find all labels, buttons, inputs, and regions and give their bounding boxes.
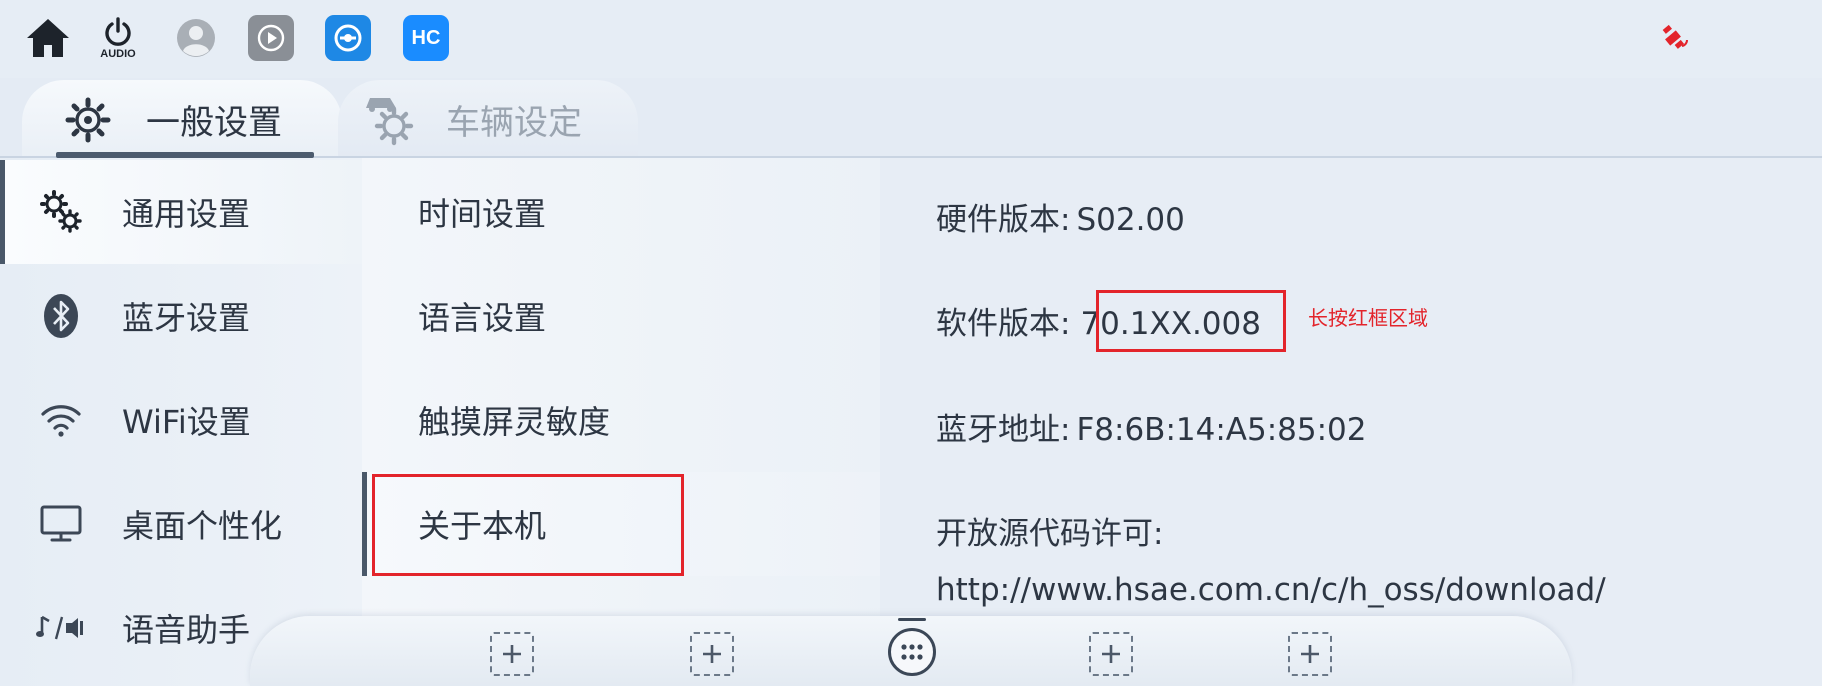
sidebar-item-label: 蓝牙设置 (122, 299, 251, 337)
voice-icon (36, 603, 86, 653)
gears-icon (36, 187, 86, 237)
annotation-hint: 长按红框区域 (1308, 306, 1428, 330)
bluetooth-address-label: 蓝牙地址: (936, 412, 1071, 448)
sidebar: 通用设置 蓝牙设置 WiFi设置 桌面个性化 语音助手 (0, 158, 362, 686)
active-indicator (0, 160, 5, 264)
submenu-item-label: 时间设置 (418, 195, 547, 233)
about-detail-panel: 硬件版本: S02.00 软件版本: 70.1XX.008 蓝牙地址: F8:6B:1… (880, 158, 1822, 686)
tab-label: 一般设置 (146, 102, 282, 143)
submenu-item-time[interactable]: 时间设置 (362, 160, 880, 264)
hardware-version-row: 硬件版本: S02.00 (936, 194, 1185, 239)
sidebar-item-label: WiFi设置 (122, 403, 251, 441)
dock-handle[interactable] (898, 618, 926, 621)
monitor-icon (36, 499, 86, 549)
sidebar-item-label: 桌面个性化 (122, 507, 283, 545)
dock-add-slot-2[interactable] (690, 632, 734, 676)
sidebar-item-label: 通用设置 (122, 195, 251, 233)
carplay-app-icon[interactable] (243, 10, 299, 66)
dock-add-slot-1[interactable] (490, 632, 534, 676)
selected-indicator (362, 472, 367, 576)
home-icon[interactable] (20, 10, 76, 66)
highlight-box-about (372, 474, 684, 576)
grid-dots-icon (901, 644, 923, 660)
bluetooth-icon (36, 291, 86, 341)
open-source-license-url[interactable]: http://www.hsae.com.cn/c/h_oss/download/ (936, 572, 1606, 608)
hicar-app-icon[interactable]: HC (398, 10, 454, 66)
software-version-label: 软件版本: (936, 306, 1071, 342)
plus-icon (503, 645, 521, 663)
sidebar-item-general[interactable]: 通用设置 (0, 160, 362, 264)
plus-icon (703, 645, 721, 663)
submenu-item-touch-sensitivity[interactable]: 触摸屏灵敏度 (362, 368, 880, 472)
bluetooth-address-value: F8:6B:14:A5:85:02 (1076, 412, 1367, 448)
tab-label: 车辆设定 (446, 102, 582, 143)
submenu-item-label: 触摸屏灵敏度 (418, 403, 611, 441)
submenu-item-language[interactable]: 语言设置 (362, 264, 880, 368)
audio-power-button[interactable]: AUDIO (90, 10, 146, 66)
plus-icon (1301, 645, 1319, 663)
sidebar-item-wifi[interactable]: WiFi设置 (0, 368, 362, 472)
gear-icon (64, 96, 112, 148)
car-gear-icon (360, 90, 420, 150)
app-drawer-button[interactable] (888, 628, 936, 676)
satellite-icon (1648, 10, 1704, 66)
tab-vehicle-settings[interactable]: 车辆设定 (338, 80, 638, 158)
wifi-icon (36, 395, 86, 445)
dock-add-slot-3[interactable] (1089, 632, 1133, 676)
hardware-version-label: 硬件版本: (936, 202, 1071, 238)
user-avatar-icon[interactable] (168, 10, 224, 66)
open-source-license-label: 开放源代码许可: (936, 516, 1164, 552)
bluetooth-address-row: 蓝牙地址: F8:6B:14:A5:85:02 (936, 404, 1367, 449)
hardware-version-value: S02.00 (1076, 202, 1185, 238)
audio-label: AUDIO (100, 48, 136, 60)
plus-icon (1102, 645, 1120, 663)
dock-add-slot-4[interactable] (1288, 632, 1332, 676)
hicar-text: HC (411, 26, 441, 49)
tab-general-settings[interactable]: 一般设置 (22, 80, 342, 158)
sidebar-item-desktop[interactable]: 桌面个性化 (0, 472, 362, 576)
power-icon (105, 17, 131, 46)
sidebar-item-label: 语音助手 (122, 611, 251, 649)
car-app-icon[interactable] (320, 10, 376, 66)
sidebar-item-bluetooth[interactable]: 蓝牙设置 (0, 264, 362, 368)
status-bar: AUDIO HC (0, 0, 1822, 78)
submenu-item-label: 语言设置 (418, 299, 547, 337)
highlight-box-software-version (1096, 290, 1286, 352)
